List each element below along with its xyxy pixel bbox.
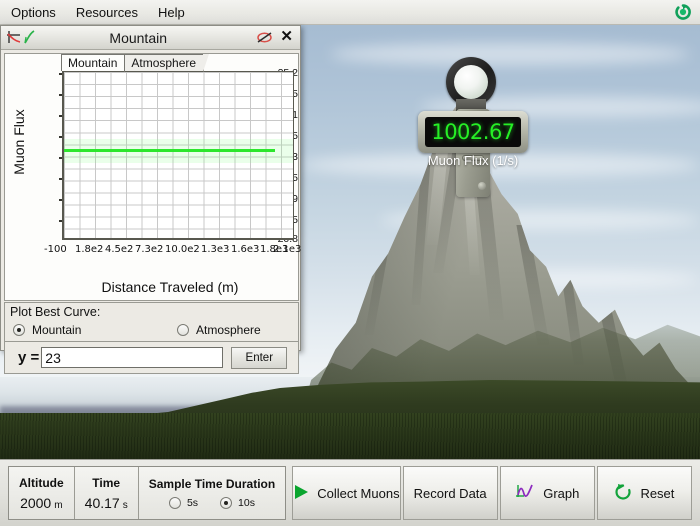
- detector-lcd: 1002.67: [425, 117, 521, 147]
- muon-detector[interactable]: 1002.67 Muon Flux (1/s): [418, 57, 528, 197]
- readout-group: Altitude 2000 m Time 40.17 s Sample Time D…: [8, 466, 287, 520]
- radio-indicator[interactable]: [168, 497, 181, 509]
- altitude-unit: m: [54, 499, 63, 511]
- radio-best-curve-mountain[interactable]: Mountain: [13, 323, 81, 337]
- plot-best-curve-panel: Plot Best Curve: Mountain Atmosphere: [4, 302, 299, 342]
- formula-input[interactable]: [41, 347, 224, 368]
- play-icon: [293, 484, 309, 503]
- x-tick-label: 4.5e2: [105, 244, 134, 255]
- x-tick-label: 2.1e3: [273, 244, 302, 255]
- tab-atmosphere[interactable]: Atmosphere: [124, 54, 209, 72]
- radio-indicator[interactable]: [177, 324, 189, 336]
- application-root: Options Resources Help 1002.67 Muon Flux…: [0, 0, 700, 526]
- plot-best-curve-title: Plot Best Curve:: [10, 305, 101, 319]
- formula-prefix-label: y =: [18, 349, 40, 366]
- x-tick-label: 1.6e3: [231, 244, 260, 255]
- readout-title: Altitude: [19, 475, 64, 490]
- reset-button[interactable]: Reset: [596, 466, 692, 520]
- radio-label: 10s: [238, 497, 255, 509]
- recycle-icon[interactable]: [675, 4, 691, 20]
- time-unit: s: [122, 499, 128, 511]
- x-tick-label: 10.0e2: [165, 244, 200, 255]
- bottom-toolbar: Altitude 2000 m Time 40.17 s Sample Time D…: [0, 459, 700, 526]
- readout-title: Time: [92, 475, 121, 490]
- altitude-value: 2000: [20, 494, 52, 511]
- menu-item-resources[interactable]: Resources: [67, 3, 147, 22]
- readout-time: Time 40.17 s: [73, 467, 138, 519]
- chart-plot-area[interactable]: [62, 71, 294, 240]
- radio-sample-10s[interactable]: 10s: [220, 497, 255, 509]
- formula-entry-panel: y = Enter: [4, 341, 299, 374]
- window-title: Mountain: [109, 29, 167, 46]
- graph-label: Graph: [543, 485, 580, 501]
- close-icon[interactable]: ✕: [277, 29, 300, 46]
- x-tick-label: -100: [44, 244, 67, 255]
- detector-lens-icon: [454, 65, 488, 99]
- reset-icon: [614, 483, 632, 504]
- radio-label: Mountain: [32, 323, 82, 337]
- mountain-graph-window[interactable]: Mountain ✕ Mountain Atmosphere Muon Flux…: [0, 25, 302, 374]
- plot-panel: Mountain Atmosphere Muon Flux 25.2 24.65…: [4, 53, 302, 301]
- radio-label: Atmosphere: [196, 323, 261, 337]
- y-axis-label: Muon Flux: [11, 109, 27, 175]
- detach-icon[interactable]: [252, 30, 277, 45]
- menu-item-help[interactable]: Help: [149, 3, 194, 22]
- readout-value-row: 2000 m: [20, 495, 63, 511]
- x-tick-label: 1.8e2: [75, 244, 104, 255]
- sample-time-title: Sample Time Duration: [148, 477, 276, 491]
- time-value: 40.17: [84, 494, 120, 511]
- readout-value-row: 40.17 s: [85, 495, 128, 511]
- record-data-label: Record Data: [413, 485, 487, 501]
- muon-flux-caption: Muon Flux (1/s): [427, 153, 519, 168]
- x-tick-label: 7.3e2: [135, 244, 164, 255]
- window-title-bar[interactable]: Mountain ✕: [1, 26, 300, 50]
- readout-altitude: Altitude 2000 m: [9, 467, 74, 519]
- menu-item-options[interactable]: Options: [2, 3, 65, 22]
- collect-muons-label: Collect Muons: [317, 485, 400, 501]
- foreground-grass-texture: [0, 413, 700, 459]
- action-button-group: Collect Muons Record Data Graph Reset: [292, 466, 692, 520]
- record-data-button[interactable]: Record Data: [402, 466, 498, 520]
- radio-indicator[interactable]: [220, 497, 233, 509]
- radio-indicator[interactable]: [13, 324, 25, 336]
- radio-sample-5s[interactable]: 5s: [168, 497, 199, 509]
- enter-button[interactable]: Enter: [231, 346, 288, 369]
- collect-muons-button[interactable]: Collect Muons: [292, 466, 401, 520]
- chart-best-fit-line: [64, 149, 275, 152]
- reset-label: Reset: [640, 485, 675, 501]
- detector-display-frame: 1002.67: [418, 111, 528, 153]
- x-axis-label: Distance Traveled (m): [101, 279, 239, 295]
- detector-knob-icon: [478, 182, 486, 190]
- radio-best-curve-atmosphere[interactable]: Atmosphere: [177, 323, 261, 337]
- radio-label: 5s: [186, 497, 199, 509]
- sample-time-duration: Sample Time Duration 5s 10s: [137, 467, 285, 519]
- graph-icon: [515, 483, 535, 503]
- tab-mountain[interactable]: Mountain: [61, 54, 131, 72]
- sample-time-options: 5s 10s: [168, 497, 255, 509]
- graph-button[interactable]: Graph: [499, 466, 595, 520]
- menu-bar: Options Resources Help: [0, 0, 700, 25]
- muon-flux-value: 1002.67: [431, 120, 515, 144]
- chart-tabs: Mountain Atmosphere: [61, 54, 209, 72]
- x-tick-label: 1.3e3: [201, 244, 230, 255]
